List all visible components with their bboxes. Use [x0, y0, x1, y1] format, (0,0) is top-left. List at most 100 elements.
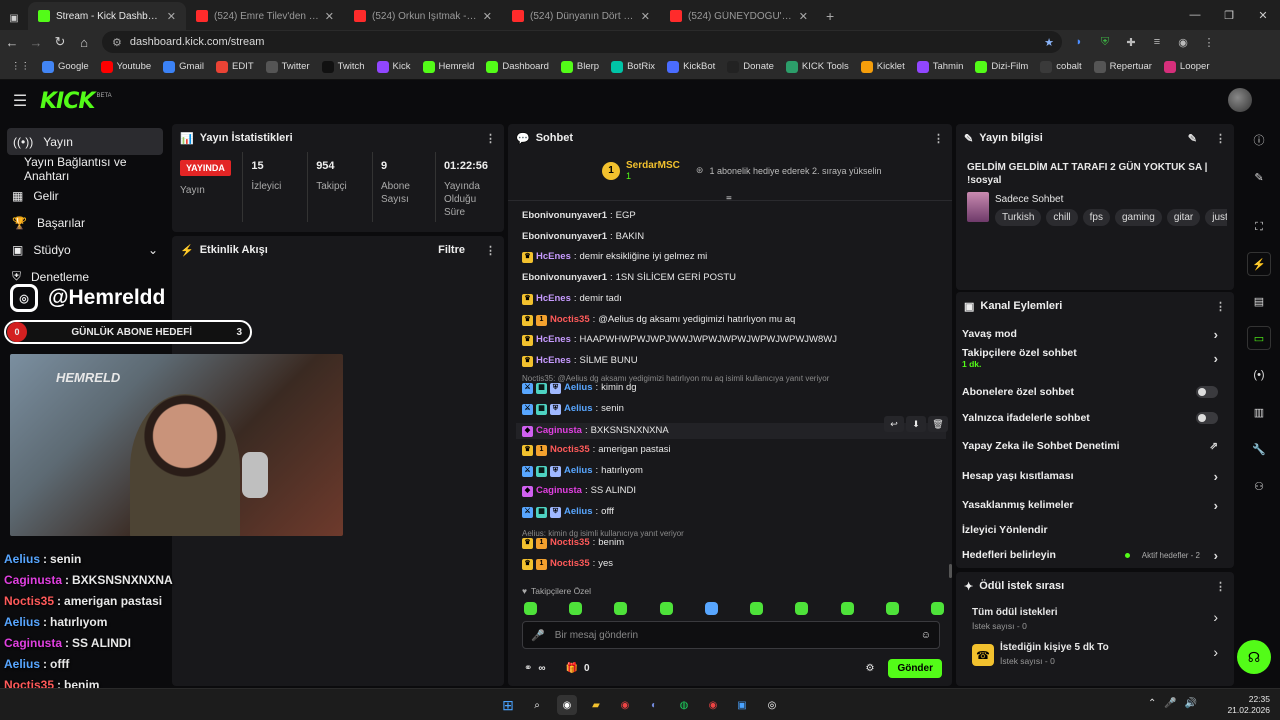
chat-input[interactable]: 🎤 Bir mesaj gönderin ☺	[522, 621, 940, 649]
reward-item-all[interactable]: Tüm ödül istekleri İstek sayısı - 0 ›	[972, 607, 1222, 631]
action-item[interactable]: Yasaklanmış kelimeler ›	[956, 493, 1226, 517]
chat-message[interactable]: ♛ 1 Noctis35: amerigan pastasi	[522, 444, 671, 456]
tag-chip[interactable]: fps	[1082, 209, 1110, 226]
gift-box-icon[interactable]: 🎁	[566, 663, 578, 674]
document-icon[interactable]: ▤	[1247, 289, 1271, 313]
tag-chip[interactable]: gaming	[1115, 209, 1162, 226]
chat-message[interactable]: Ebonivonunyaver1: BAKIN	[522, 231, 644, 243]
extension-icon[interactable]: ◗	[1070, 33, 1088, 51]
sidebar-item-basarilar[interactable]: 🏆 Başarılar	[0, 209, 170, 236]
shield-extension-icon[interactable]: ⛨	[1096, 33, 1114, 51]
close-tab-icon[interactable]: ✕	[641, 10, 650, 23]
folder-icon[interactable]: ▰	[586, 695, 606, 715]
back-button[interactable]: ←	[0, 30, 24, 54]
action-item[interactable]: Takipçilere özel sohbet 1 dk. ›	[956, 346, 1226, 370]
chat-username[interactable]: Ebonivonunyaver1	[522, 272, 607, 284]
chat-scrollbar[interactable]	[949, 564, 952, 578]
url-field[interactable]: ⚙ dashboard.kick.com/stream ★	[102, 31, 1062, 53]
pencil-icon[interactable]: ✎	[1247, 165, 1271, 189]
sidebar-item-gelir[interactable]: ▦ Gelir	[0, 182, 170, 209]
chat-username[interactable]: Aelius	[564, 403, 593, 415]
bookmark-item[interactable]: KickBot	[662, 60, 720, 73]
chat-message[interactable]: ♛ HcEnes: demir tadı	[522, 293, 622, 305]
bookmark-item[interactable]: Gmail	[158, 60, 209, 73]
chat-message[interactable]: ♛ 1 Noctis35: yes	[522, 558, 613, 570]
broadcast-icon[interactable]: (•)	[1247, 363, 1271, 387]
close-tab-icon[interactable]: ✕	[167, 10, 176, 23]
chat-message[interactable]: Ebonivonunyaver1:1SN SİLİCEM GERİ POSTU	[522, 272, 736, 284]
more-icon[interactable]: ⋮	[1215, 132, 1226, 145]
tray-icons[interactable]: ⌃🎤🔊	[1148, 698, 1205, 709]
bookmark-item[interactable]: Looper	[1159, 60, 1215, 73]
action-item[interactable]: Yapay Zeka ile Sohbet Denetimi ⇗	[956, 434, 1226, 458]
reply-icon[interactable]: ↩	[884, 416, 904, 432]
bookmark-icon[interactable]: ▥	[1247, 400, 1271, 424]
crop-icon[interactable]: ⛶	[1247, 215, 1271, 239]
pin-icon[interactable]: ⬇	[906, 416, 926, 432]
chat-username[interactable]: HcEnes	[536, 355, 571, 367]
mic-icon[interactable]: 🎤	[531, 629, 545, 642]
new-tab-button[interactable]: +	[818, 2, 842, 30]
chrome-icon[interactable]: ◉	[615, 695, 635, 715]
chat-username[interactable]: Ebonivonunyaver1	[522, 231, 607, 243]
bookmark-item[interactable]: Donate	[722, 60, 779, 73]
bookmark-item[interactable]: Google	[37, 60, 94, 73]
action-item[interactable]: Hesap yaşı kısıtlaması ›	[956, 464, 1226, 488]
points-icon[interactable]: ⚭	[524, 663, 532, 674]
bookmark-item[interactable]: Twitter	[261, 60, 315, 73]
toggle-switch[interactable]	[1196, 386, 1218, 398]
bookmark-item[interactable]: Kick	[372, 60, 416, 73]
emote-icon[interactable]	[885, 602, 899, 615]
action-item[interactable]: İzleyici Yönlendir	[956, 518, 1226, 542]
chat-message[interactable]: ♛ 1 Noctis35: @Aelius dg aksamı yedigimizi …	[522, 314, 795, 326]
chat-username[interactable]: Aelius	[564, 382, 593, 394]
send-button[interactable]: Gönder	[888, 658, 942, 678]
spotify-icon[interactable]: ◍	[674, 695, 694, 715]
emote-icon[interactable]	[840, 602, 854, 615]
bookmark-item[interactable]: Dizi-Film	[970, 60, 1033, 73]
chat-username[interactable]: Noctis35	[550, 537, 590, 549]
minimize-button[interactable]: —	[1178, 0, 1212, 30]
chat-message[interactable]: ♛ HcEnes: SİLME BUNU	[522, 355, 638, 367]
tag-chip[interactable]: gitar	[1166, 209, 1201, 226]
chrome-icon[interactable]: ◉	[557, 695, 577, 715]
chat-username[interactable]: Noctis35	[550, 558, 590, 570]
chat-username[interactable]: HcEnes	[536, 251, 571, 263]
pinned-gift-leader[interactable]: 1 SerdarMSC 1 ⊛ 1 abonelik hediye ederek…	[602, 160, 882, 181]
tag-chip[interactable]: chill	[1046, 209, 1078, 226]
bookmark-item[interactable]: EDIT	[211, 60, 259, 73]
emote-icon[interactable]	[795, 602, 809, 615]
browser-tab[interactable]: (524) Emre Tilev'den Mete Gaz... ✕	[186, 2, 344, 30]
app-icon[interactable]: ▣	[732, 695, 752, 715]
bolt-icon[interactable]: ⚡	[1247, 252, 1271, 276]
more-icon[interactable]: ⋮	[1200, 33, 1218, 51]
home-button[interactable]: ⌂	[72, 30, 96, 54]
chat-message[interactable]: ◆ Caginusta: SS ALINDI	[522, 485, 636, 497]
toggle-switch[interactable]	[1196, 412, 1218, 424]
emote-icon[interactable]	[524, 602, 537, 615]
action-item[interactable]: Yalnızca ifadelerle sohbet	[956, 406, 1226, 430]
more-icon[interactable]: ⋮	[1215, 300, 1226, 313]
emote-icon[interactable]	[569, 602, 583, 615]
site-info-icon[interactable]: ⚙	[112, 36, 122, 49]
chat-message[interactable]: ◆ Caginusta: BXKSNSNXNXNA	[516, 423, 946, 439]
chrome-icon[interactable]: ◉	[703, 695, 723, 715]
chat-username[interactable]: Noctis35	[550, 444, 590, 456]
filter-button[interactable]: Filtre	[438, 244, 465, 256]
chat-username[interactable]: Noctis35	[550, 314, 590, 326]
chat-bubble-icon[interactable]: ▭	[1247, 326, 1271, 350]
maximize-button[interactable]: ❐	[1212, 0, 1246, 30]
bookmark-item[interactable]: Tahmin	[912, 60, 969, 73]
info-icon[interactable]: ⓘ	[1247, 128, 1271, 152]
sidebar-item-stream-key[interactable]: Yayın Bağlantısı ve Anahtarı	[0, 155, 170, 183]
bookmark-item[interactable]: Twitch	[317, 60, 370, 73]
chat-username[interactable]: HcEnes	[536, 293, 571, 305]
emote-icon[interactable]	[930, 602, 944, 615]
chat-message[interactable]: ⚔ ▦ ⛨ Aelius: offf	[522, 506, 614, 518]
emote-icon[interactable]	[704, 602, 718, 615]
close-tab-icon[interactable]: ✕	[325, 10, 334, 23]
emote-icon[interactable]	[659, 602, 673, 615]
avatar[interactable]	[1228, 88, 1252, 112]
headset-support-icon[interactable]: ☊	[1237, 640, 1271, 674]
obs-icon[interactable]: ◎	[762, 695, 782, 715]
